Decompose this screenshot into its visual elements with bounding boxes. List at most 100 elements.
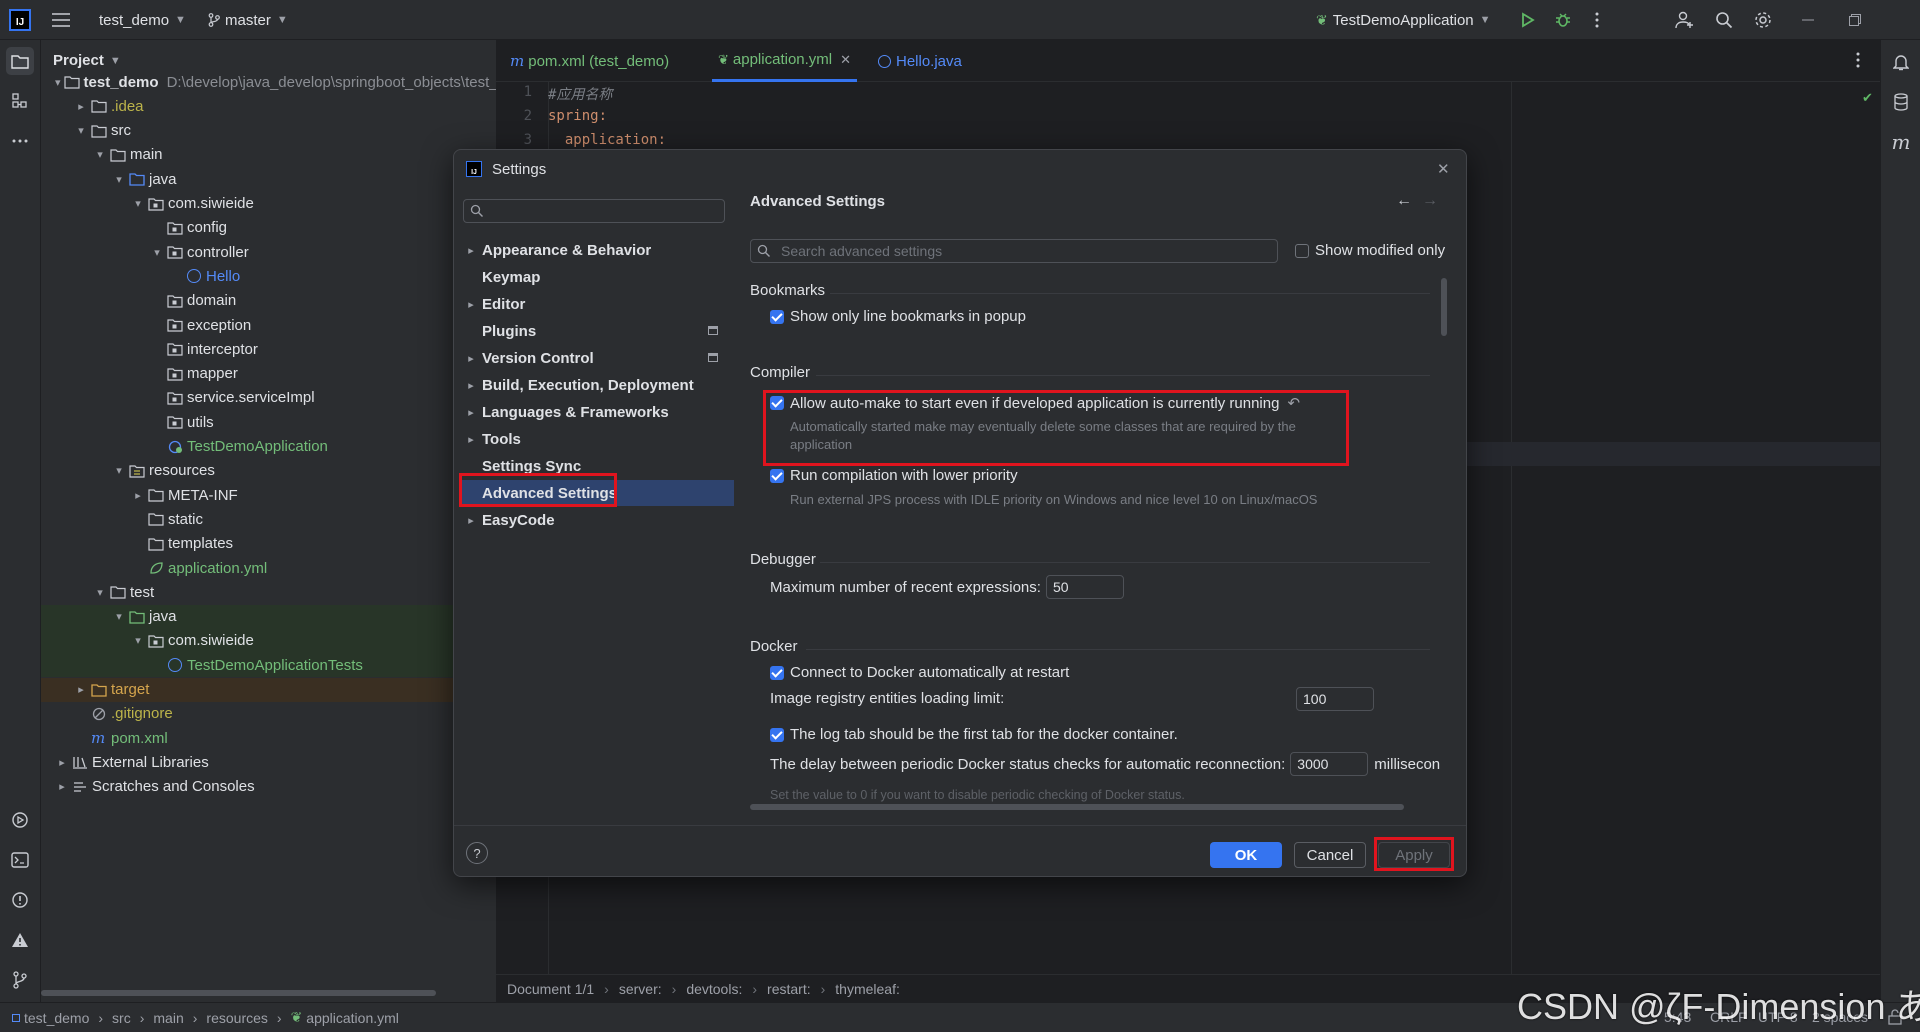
tree-row[interactable]: ▾ java <box>41 604 496 629</box>
chevron-right-icon[interactable]: ▸ <box>74 100 88 113</box>
nav-item-keymap[interactable]: Keymap <box>460 264 734 290</box>
close-icon[interactable]: ✕ <box>1437 160 1450 178</box>
show-line-bookmarks-checkbox[interactable]: Show only line bookmarks in popup <box>770 308 1026 325</box>
tab-application-yml[interactable]: ❦ application.yml ✕ <box>712 40 858 82</box>
project-panel-header[interactable]: Project ▼ <box>53 52 121 69</box>
status-path-item[interactable]: src <box>112 1010 131 1026</box>
run-icon[interactable] <box>1516 8 1540 32</box>
project-selector[interactable]: test_demo ▼ <box>99 0 186 40</box>
chevron-right-icon[interactable]: ▸ <box>74 683 88 696</box>
tree-row[interactable]: templates <box>41 532 496 556</box>
project-folder-icon[interactable] <box>6 47 34 75</box>
tree-row[interactable]: ▸ .idea <box>41 94 496 118</box>
main-menu-icon[interactable] <box>52 0 70 40</box>
breadcrumb-item[interactable]: restart: <box>767 981 811 997</box>
allow-automake-checkbox[interactable]: Allow auto-make to start even if develop… <box>770 394 1300 412</box>
show-modified-only-checkbox[interactable]: Show modified only <box>1295 242 1445 259</box>
settings-search-input[interactable] <box>463 199 725 223</box>
tree-row[interactable]: static <box>41 507 496 531</box>
connect-docker-checkbox[interactable]: Connect to Docker automatically at resta… <box>770 664 1069 681</box>
recent-expressions-input[interactable]: 50 <box>1045 575 1124 599</box>
run-config-selector[interactable]: ❦ TestDemoApplication ▼ <box>1316 0 1491 40</box>
search-icon[interactable] <box>1712 8 1736 32</box>
tree-row[interactable]: m pom.xml <box>41 726 496 750</box>
more-horizontal-icon[interactable] <box>6 127 34 155</box>
tree-row[interactable]: interceptor <box>41 337 496 361</box>
tree-row[interactable]: ▾ src <box>41 119 496 143</box>
chevron-right-icon[interactable]: ▸ <box>55 780 69 793</box>
tree-row[interactable]: TestDemoApplication <box>41 435 496 459</box>
tree-row[interactable]: Hello <box>41 264 496 288</box>
tree-row[interactable]: service.serviceImpl <box>41 386 496 410</box>
nav-item-editor[interactable]: ▸ Editor <box>460 291 734 317</box>
maven-icon[interactable]: m <box>1887 128 1915 156</box>
horizontal-scrollbar[interactable] <box>41 990 436 996</box>
problems-icon[interactable] <box>6 886 34 914</box>
git-icon[interactable] <box>6 966 34 994</box>
tree-row[interactable]: config <box>41 216 496 240</box>
checkbox-checked[interactable] <box>770 309 784 324</box>
tree-row[interactable]: ▾ resources <box>41 459 496 483</box>
checkbox-checked[interactable] <box>770 665 784 680</box>
nav-item-tools[interactable]: ▸ Tools <box>460 426 734 452</box>
more-vertical-icon[interactable] <box>1585 8 1609 32</box>
tree-row[interactable]: ▾ com.siwieide <box>41 192 496 216</box>
cancel-button[interactable]: Cancel <box>1294 842 1366 868</box>
checkbox-unchecked[interactable] <box>1295 243 1309 258</box>
tree-row[interactable]: ▸ META-INF <box>41 483 496 507</box>
help-button[interactable]: ? <box>466 842 488 864</box>
tab-hello-java[interactable]: Hello.java <box>878 40 962 82</box>
breadcrumb-item[interactable]: thymeleaf: <box>835 981 900 997</box>
breadcrumb-item[interactable]: devtools: <box>686 981 742 997</box>
breadcrumb-item[interactable]: Document 1/1 <box>507 981 594 997</box>
status-path-item[interactable]: test_demo <box>24 1010 89 1026</box>
chevron-down-icon[interactable]: ▾ <box>150 246 164 259</box>
services-icon[interactable] <box>6 806 34 834</box>
close-icon[interactable]: ✕ <box>840 52 851 68</box>
tree-row[interactable]: ▸ Scratches and Consoles <box>41 775 496 799</box>
code-line[interactable]: 2 spring: <box>496 108 607 132</box>
checkbox-checked[interactable] <box>770 468 784 483</box>
reset-undo-icon[interactable]: ↶ <box>1287 394 1300 412</box>
status-path-item[interactable]: application.yml <box>306 1010 399 1026</box>
app-logo-icon[interactable]: IJ <box>9 0 31 40</box>
tree-row[interactable]: ▸ External Libraries <box>41 750 496 774</box>
code-line[interactable]: 1 #应用名称 <box>496 84 613 108</box>
tree-row[interactable]: application.yml <box>41 556 496 580</box>
nav-item-languages-frameworks[interactable]: ▸ Languages & Frameworks <box>460 399 734 425</box>
chevron-right-icon[interactable]: ▸ <box>131 489 145 502</box>
checkbox-checked[interactable] <box>770 396 784 410</box>
lower-priority-checkbox[interactable]: Run compilation with lower priority <box>770 467 1018 484</box>
tree-row[interactable]: mapper <box>41 362 496 386</box>
terminal-icon[interactable] <box>6 846 34 874</box>
chevron-down-icon[interactable]: ▾ <box>112 464 126 477</box>
add-user-icon[interactable] <box>1673 8 1697 32</box>
database-icon[interactable] <box>1887 88 1915 116</box>
tree-row[interactable]: TestDemoApplicationTests <box>41 653 496 678</box>
minimize-icon[interactable] <box>1796 8 1820 32</box>
notifications-bell-icon[interactable] <box>1887 48 1915 76</box>
back-arrow-icon[interactable]: ← <box>1396 192 1412 210</box>
tree-row[interactable]: ▾ test_demo D:\develop\java_develop\spring… <box>41 70 496 94</box>
tree-row[interactable]: ▾ controller <box>41 240 496 264</box>
docker-logtab-checkbox[interactable]: The log tab should be the first tab for … <box>770 726 1178 743</box>
ok-button[interactable]: OK <box>1210 842 1282 868</box>
advanced-search-input[interactable]: Search advanced settings <box>750 239 1278 263</box>
more-vertical-icon[interactable] <box>1856 52 1860 68</box>
branch-selector[interactable]: master ▼ <box>208 0 288 40</box>
forward-arrow-icon[interactable]: → <box>1422 192 1438 210</box>
chevron-down-icon[interactable]: ▾ <box>131 634 145 647</box>
tree-row[interactable]: utils <box>41 410 496 434</box>
nav-item-version-control[interactable]: ▸ Version Control <box>460 345 734 371</box>
chevron-down-icon[interactable]: ▾ <box>112 610 126 623</box>
vertical-scrollbar[interactable] <box>1441 278 1447 336</box>
settings-gear-icon[interactable] <box>1751 8 1775 32</box>
apply-button[interactable]: Apply <box>1378 842 1450 868</box>
tree-row[interactable]: ▾ com.siwieide <box>41 628 496 653</box>
structure-icon[interactable] <box>6 87 34 115</box>
chevron-down-icon[interactable]: ▾ <box>93 586 107 599</box>
breadcrumb-item[interactable]: server: <box>619 981 662 997</box>
warning-icon[interactable] <box>6 926 34 954</box>
nav-item-plugins[interactable]: Plugins <box>460 318 734 344</box>
chevron-down-icon[interactable]: ▾ <box>131 197 145 210</box>
